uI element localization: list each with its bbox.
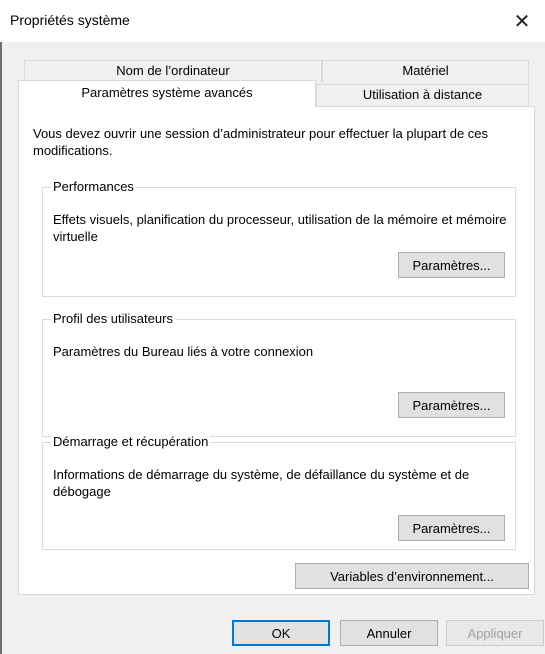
group-description: Effets visuels, planification du process…: [53, 212, 507, 244]
admin-notice: Vous devez ouvrir une session d’administ…: [33, 126, 489, 158]
window-left-border: [0, 42, 2, 654]
environment-variables-button[interactable]: Variables d’environnement...: [295, 563, 529, 589]
group-title: Démarrage et récupération: [51, 434, 211, 449]
window-title: Propriétés système: [10, 12, 130, 28]
group-title: Profil des utilisateurs: [51, 311, 175, 326]
cancel-button[interactable]: Annuler: [340, 620, 438, 646]
system-properties-window: Propriétés système ✕ Nom de l’ordinateur…: [0, 0, 545, 654]
tab-utilisation-a-distance[interactable]: Utilisation à distance: [316, 84, 529, 106]
group-performances: Performances Effets visuels, planificati…: [42, 179, 516, 297]
tab-label: Utilisation à distance: [362, 87, 483, 102]
group-description: Paramètres du Bureau liés à votre connex…: [53, 344, 314, 359]
demarrage-settings-button[interactable]: Paramètres...: [398, 515, 505, 541]
tab-panel: Vous devez ouvrir une session d’administ…: [18, 106, 535, 595]
group-profil-utilisateurs: Profil des utilisateurs Paramètres du Bu…: [42, 311, 516, 437]
apply-button[interactable]: Appliquer: [446, 620, 544, 646]
group-title: Performances: [51, 179, 136, 194]
title-bar[interactable]: Propriétés système ✕: [0, 0, 545, 42]
tab-materiel[interactable]: Matériel: [322, 60, 529, 82]
tab-label: Paramètres système avancés: [81, 85, 253, 100]
group-demarrage-recuperation: Démarrage et récupération Informations d…: [42, 434, 516, 550]
performances-settings-button[interactable]: Paramètres...: [398, 252, 505, 278]
close-icon: ✕: [513, 10, 531, 33]
tab-parametres-systeme-avances[interactable]: Paramètres système avancés: [18, 80, 316, 107]
close-button[interactable]: ✕: [499, 0, 545, 42]
tab-nom-ordinateur[interactable]: Nom de l’ordinateur: [24, 60, 322, 82]
ok-button[interactable]: OK: [232, 620, 330, 646]
profil-settings-button[interactable]: Paramètres...: [398, 392, 505, 418]
group-description: Informations de démarrage du système, de…: [53, 467, 470, 499]
tab-label: Nom de l’ordinateur: [116, 63, 230, 78]
tab-label: Matériel: [402, 63, 449, 78]
